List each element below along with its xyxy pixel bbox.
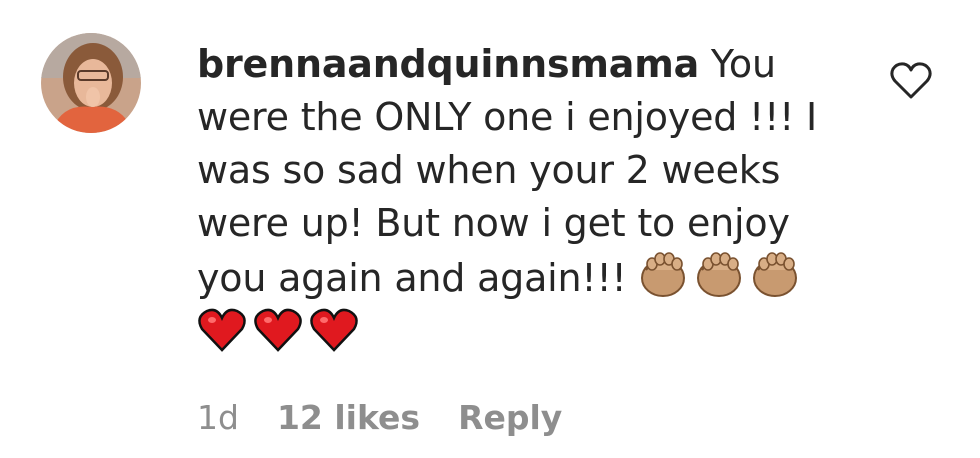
like-button[interactable] bbox=[889, 61, 933, 101]
red-heart-emoji-icon bbox=[253, 305, 303, 355]
clapping-hands-emoji-icon bbox=[638, 250, 688, 300]
timestamp[interactable]: 1d bbox=[197, 398, 239, 437]
reply-button[interactable]: Reply bbox=[458, 398, 562, 437]
comment: brennaandquinnsmama You were the ONLY on… bbox=[0, 0, 980, 458]
username-link[interactable]: brennaandquinnsmama bbox=[197, 42, 699, 86]
red-heart-emoji-icon bbox=[197, 305, 247, 355]
comment-meta: 1d 12 likes Reply bbox=[197, 398, 562, 437]
clapping-hands-emoji-icon bbox=[694, 250, 744, 300]
heart-outline-icon bbox=[890, 62, 932, 99]
clapping-hands-emoji-icon bbox=[750, 250, 800, 300]
avatar[interactable] bbox=[41, 33, 141, 133]
red-heart-emoji-icon bbox=[309, 305, 359, 355]
comment-text: brennaandquinnsmama You were the ONLY on… bbox=[197, 38, 857, 360]
likes-count[interactable]: 12 likes bbox=[277, 398, 420, 437]
